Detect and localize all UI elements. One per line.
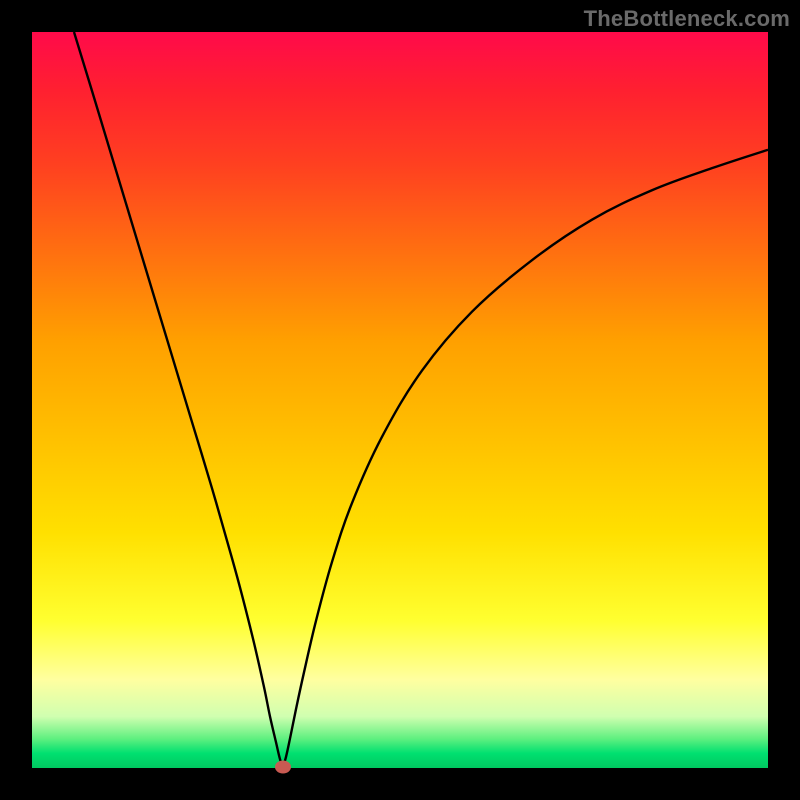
chart-frame: TheBottleneck.com: [0, 0, 800, 800]
plot-area: [32, 32, 768, 768]
optimum-marker: [275, 760, 291, 773]
curve-right-branch: [283, 150, 768, 767]
curve-left-branch: [74, 32, 283, 767]
bottleneck-curve: [32, 32, 768, 768]
watermark-label: TheBottleneck.com: [584, 6, 790, 32]
